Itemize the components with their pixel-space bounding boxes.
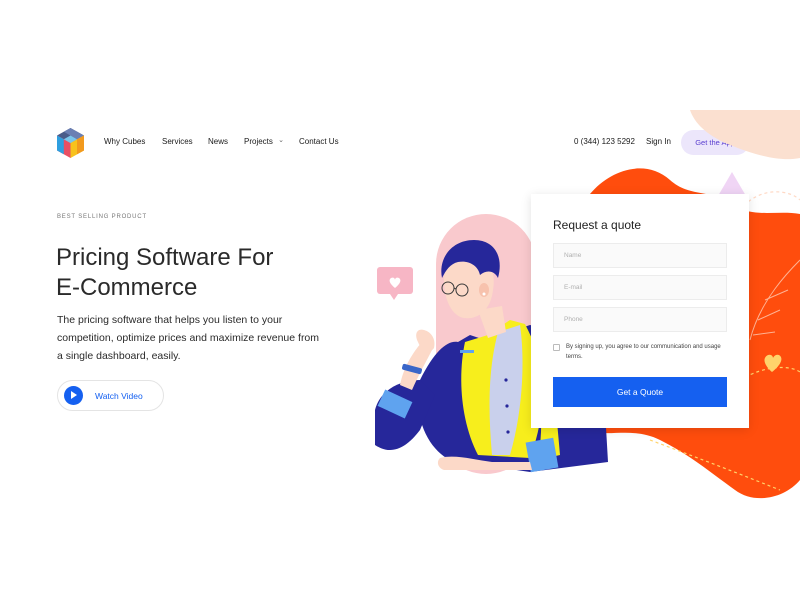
nav-contact-us[interactable]: Contact Us <box>299 137 339 146</box>
chevron-down-icon: ⌄ <box>278 137 285 144</box>
terms-text: By signing up, you agree to our communic… <box>566 344 721 360</box>
email-input[interactable] <box>554 276 726 299</box>
get-a-quote-button[interactable]: Get a Quote <box>553 377 727 407</box>
quote-form-title: Request a quote <box>553 218 642 232</box>
terms-agreement: By signing up, you agree to our communic… <box>553 342 731 362</box>
nav-news[interactable]: News <box>208 137 228 146</box>
request-quote-form: Request a quote By signing up, you agree… <box>531 194 749 428</box>
headline-line-1: Pricing Software For <box>56 244 274 271</box>
nav-services[interactable]: Services <box>162 137 193 146</box>
play-icon <box>64 386 83 405</box>
cubes-logo-icon[interactable] <box>57 128 84 158</box>
nav-projects[interactable]: Projects ⌄ <box>244 137 284 146</box>
page-title: Pricing Software For E-Commerce <box>56 243 336 303</box>
name-field-wrapper <box>553 243 727 268</box>
triangle-decoration <box>718 172 746 196</box>
watch-video-button[interactable]: Watch Video <box>57 380 164 411</box>
email-field-wrapper <box>553 275 727 300</box>
nav-projects-label: Projects <box>244 137 273 146</box>
phone-field-wrapper <box>553 307 727 332</box>
nav-why-cubes[interactable]: Why Cubes <box>104 137 145 146</box>
eyebrow-label: BEST SELLING PRODUCT <box>57 214 147 220</box>
hero-description: The pricing software that helps you list… <box>57 314 320 362</box>
dashed-curve-1 <box>739 191 800 211</box>
name-input[interactable] <box>554 244 726 267</box>
phone-input[interactable] <box>554 308 726 331</box>
headline-line-2: E-Commerce <box>56 274 198 301</box>
watch-video-label: Watch Video <box>95 390 143 401</box>
peach-blob <box>690 110 800 160</box>
terms-checkbox[interactable] <box>553 344 560 351</box>
